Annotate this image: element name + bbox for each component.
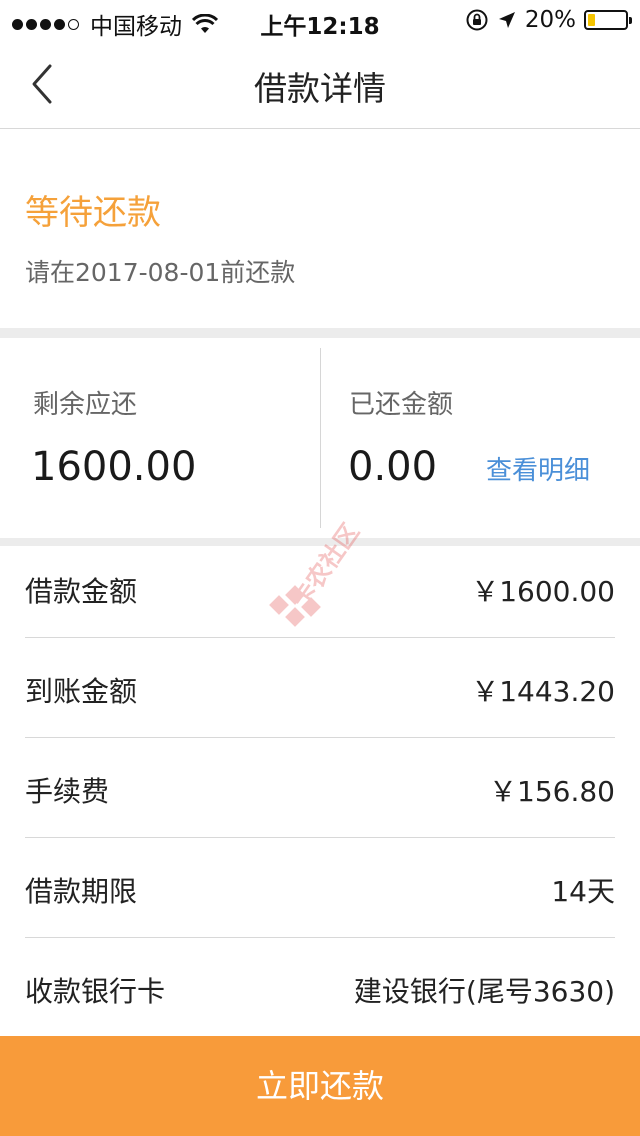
- detail-label: 到账金额: [25, 675, 138, 708]
- amount-summary-section: 剩余应还 1600.00 已还金额 0.00 查看明细: [0, 338, 640, 538]
- detail-row-bank-card: 收款银行卡 建设银行(尾号3630): [0, 938, 640, 1038]
- page-title: 借款详情: [254, 69, 386, 108]
- detail-row-loan-amount: 借款金额 ￥1600.00: [0, 538, 640, 638]
- battery-percent: 20%: [524, 7, 576, 33]
- status-bar: 中国移动 上午12:18 20%: [0, 0, 640, 40]
- detail-label: 收款银行卡: [25, 975, 166, 1008]
- detail-value: ￥156.80: [489, 775, 615, 808]
- remaining-amount-label: 剩余应还: [33, 390, 138, 420]
- detail-label: 借款期限: [25, 875, 138, 908]
- loan-detail-list: 借款金额 ￥1600.00 到账金额 ￥1443.20 手续费 ￥156.80 …: [0, 538, 640, 1038]
- detail-row-loan-term: 借款期限 14天: [0, 838, 640, 938]
- detail-row-received-amount: 到账金额 ￥1443.20: [0, 638, 640, 738]
- repay-now-button[interactable]: 立即还款: [0, 1036, 640, 1136]
- paid-amount-value: 0.00: [348, 444, 438, 490]
- battery-fill: [588, 14, 595, 26]
- battery-icon: [584, 10, 632, 30]
- status-bar-right: 20%: [457, 7, 632, 33]
- detail-label: 手续费: [25, 775, 110, 808]
- view-details-link[interactable]: 查看明细: [486, 450, 590, 487]
- nav-bar: 借款详情: [0, 40, 640, 129]
- paid-amount-label: 已还金额: [349, 390, 454, 420]
- loan-status-title: 等待还款: [25, 193, 161, 233]
- section-divider: [0, 328, 640, 338]
- amount-divider: [320, 348, 321, 528]
- rotation-lock-icon: [466, 9, 488, 31]
- detail-value: ￥1600.00: [471, 575, 615, 608]
- location-arrow-icon: [498, 12, 515, 28]
- detail-value: 14天: [551, 875, 615, 908]
- detail-value: ￥1443.20: [471, 675, 615, 708]
- detail-row-fee: 手续费 ￥156.80: [0, 738, 640, 838]
- loan-status-section: 等待还款 请在2017-08-01前还款: [0, 129, 640, 328]
- detail-label: 借款金额: [25, 575, 138, 608]
- remaining-amount-value: 1600.00: [31, 444, 197, 490]
- repay-deadline-text: 请在2017-08-01前还款: [25, 258, 296, 287]
- detail-value: 建设银行(尾号3630): [353, 975, 615, 1008]
